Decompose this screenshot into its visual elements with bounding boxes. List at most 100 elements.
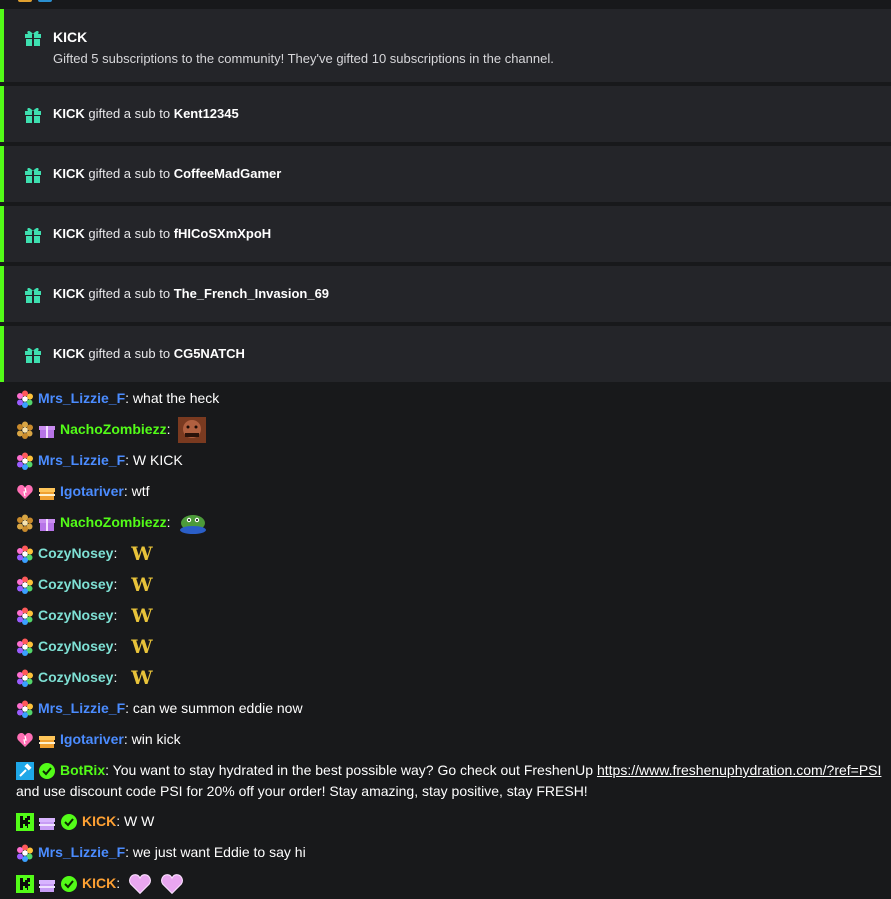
username[interactable]: Igotariver: [60, 731, 124, 747]
gift-announcement-card: KICK Gifted 5 subscriptions to the commu…: [0, 9, 891, 82]
gift-sub-badge-icon: [39, 426, 55, 439]
username[interactable]: Mrs_Lizzie_F: [38, 452, 125, 468]
separator: :: [113, 669, 118, 685]
username[interactable]: KICK: [82, 875, 116, 891]
chat-message: Mrs_Lizzie_F: we just want Eddie to say …: [16, 840, 306, 864]
flower-badge-icon: [17, 844, 33, 863]
w-emote-icon: W: [131, 605, 153, 628]
gifter-name[interactable]: KICK: [53, 166, 85, 181]
username[interactable]: Mrs_Lizzie_F: [38, 700, 125, 716]
gifted-sub-card: KICK gifted a sub to CG5NATCH: [0, 326, 891, 382]
chat-message: Mrs_Lizzie_F: W KICK: [16, 448, 183, 472]
message-text: W KICK: [129, 452, 183, 468]
gift-icon: [25, 347, 41, 363]
kick-logo-icon: [16, 813, 34, 832]
gift-icon: [25, 287, 41, 303]
gift-badge-icon: [39, 736, 55, 749]
moderator-hammer-icon: [16, 762, 34, 781]
chat-message: Igotariver: win kick: [16, 727, 181, 751]
verified-check-icon: [60, 875, 78, 894]
recipient-name[interactable]: fHICoSXmXpoH: [174, 226, 272, 241]
gift-verb: gifted a sub to: [84, 226, 174, 241]
gifted-sub-text: KICK gifted a sub to fHICoSXmXpoH: [53, 226, 271, 241]
separator: :: [113, 607, 118, 623]
gift-icon: [25, 227, 41, 243]
username[interactable]: Igotariver: [60, 483, 124, 499]
verified-check-icon: [60, 813, 78, 832]
kick-logo-icon: [16, 875, 34, 894]
gift-verb: gifted a sub to: [84, 106, 174, 121]
message-text: we just want Eddie to say hi: [129, 844, 306, 860]
chat-message: CozyNosey: W: [16, 603, 153, 627]
message-text: W W: [120, 813, 155, 829]
gifted-sub-card: KICK gifted a sub to Kent12345: [0, 86, 891, 142]
heart-badge-icon: [16, 484, 34, 500]
chat-message-continued: and use discount code PSI for 20% off yo…: [16, 779, 588, 803]
flower-badge-icon: [17, 545, 33, 564]
gifter-name[interactable]: KICK: [53, 286, 85, 301]
gold-flower-badge-icon: [17, 514, 33, 533]
gift-verb: gifted a sub to: [84, 346, 174, 361]
username[interactable]: CozyNosey: [38, 669, 113, 685]
gift-description: Gifted 5 subscriptions to the community!…: [53, 51, 554, 66]
message-text: win kick: [127, 731, 181, 747]
username[interactable]: NachoZombiezz: [60, 514, 167, 530]
message-text: what the heck: [129, 390, 220, 406]
separator: :: [113, 576, 118, 592]
message-link[interactable]: https://www.freshenuphydration.com/?ref=…: [597, 762, 881, 778]
username[interactable]: NachoZombiezz: [60, 421, 167, 437]
chat-message: Mrs_Lizzie_F: can we summon eddie now: [16, 696, 303, 720]
gifter-name[interactable]: KICK: [53, 226, 85, 241]
flower-badge-icon: [17, 452, 33, 471]
recipient-name[interactable]: CoffeeMadGamer: [174, 166, 282, 181]
flower-badge-icon: [17, 700, 33, 719]
username[interactable]: BotRix: [60, 762, 105, 778]
chat-message: KICK:: [16, 871, 186, 895]
username[interactable]: KICK: [82, 813, 116, 829]
gift-badge-icon: [39, 488, 55, 501]
username[interactable]: CozyNosey: [38, 638, 113, 654]
w-emote-icon: W: [131, 667, 153, 690]
gift-icon: [25, 30, 41, 46]
username[interactable]: Mrs_Lizzie_F: [38, 844, 125, 860]
chat-message: KICK: W W: [16, 809, 154, 833]
message-text: and use discount code PSI for 20% off yo…: [16, 783, 588, 799]
chat-message: NachoZombiezz:: [16, 417, 207, 444]
gift-icon: [25, 107, 41, 123]
gift-badge-icon: [39, 818, 55, 831]
gift-title: KICK: [53, 29, 88, 45]
gifted-sub-card: KICK gifted a sub to fHICoSXmXpoH: [0, 206, 891, 262]
w-emote-icon: W: [131, 574, 153, 597]
separator: :: [116, 875, 121, 891]
gift-badge-icon: [39, 880, 55, 893]
face-emote-icon: [178, 417, 207, 444]
heart-badge-icon: [16, 732, 34, 748]
verified-check-icon: [38, 762, 56, 781]
separator: :: [113, 545, 118, 561]
username[interactable]: CozyNosey: [38, 607, 113, 623]
gifted-sub-text: KICK gifted a sub to CoffeeMadGamer: [53, 166, 281, 181]
chat-message: NachoZombiezz:: [16, 510, 208, 535]
gifted-sub-card: KICK gifted a sub to The_French_Invasion…: [0, 266, 891, 322]
gifter-name[interactable]: KICK: [53, 346, 85, 361]
gifted-sub-text: KICK gifted a sub to CG5NATCH: [53, 346, 245, 361]
recipient-name[interactable]: The_French_Invasion_69: [174, 286, 329, 301]
separator: :: [113, 638, 118, 654]
pink-heart-emote-icon: [129, 874, 151, 895]
username[interactable]: CozyNosey: [38, 576, 113, 592]
username[interactable]: Mrs_Lizzie_F: [38, 390, 125, 406]
chat-message: CozyNosey: W: [16, 572, 153, 596]
gift-icon: [25, 167, 41, 183]
w-emote-icon: W: [131, 636, 153, 659]
recipient-name[interactable]: CG5NATCH: [174, 346, 245, 361]
gifted-sub-text: KICK gifted a sub to The_French_Invasion…: [53, 286, 329, 301]
gift-verb: gifted a sub to: [84, 286, 174, 301]
message-text: You want to stay hydrated in the best po…: [109, 762, 597, 778]
pink-heart-emote-icon: [160, 874, 183, 895]
recipient-name[interactable]: Kent12345: [174, 106, 239, 121]
username[interactable]: CozyNosey: [38, 545, 113, 561]
clipped-previous-message: [0, 0, 891, 8]
chat-message: CozyNosey: W: [16, 634, 153, 658]
message-text: can we summon eddie now: [129, 700, 303, 716]
gifter-name[interactable]: KICK: [53, 106, 85, 121]
